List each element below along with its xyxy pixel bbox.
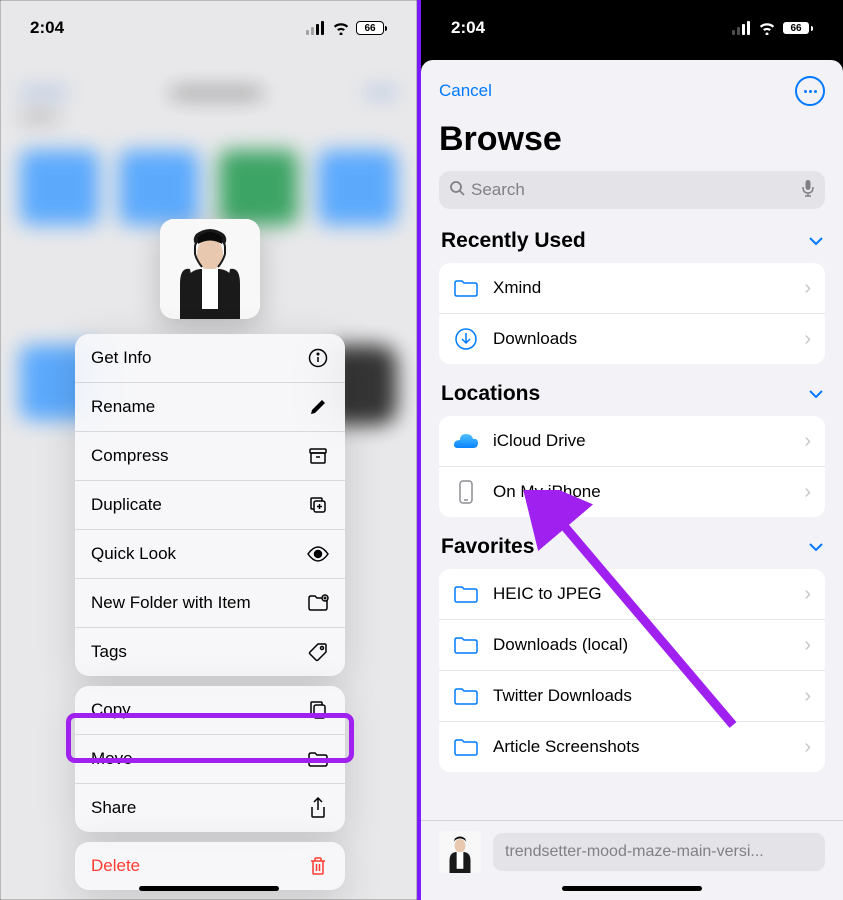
context-menu-group-2: Copy Move Share [75,686,345,832]
list-item-twitter-downloads[interactable]: Twitter Downloads› [439,671,825,722]
list-item-downloads-local[interactable]: Downloads (local)› [439,620,825,671]
clock: 2:04 [30,18,64,38]
signal-icon [306,21,326,35]
new-folder-icon [307,592,329,614]
share-icon [307,797,329,819]
info-icon [307,347,329,369]
favorites-list: HEIC to JPEG› Downloads (local)› Twitter… [439,569,825,772]
clock: 2:04 [451,18,485,38]
folder-icon [453,683,479,709]
cancel-button[interactable]: Cancel [439,81,492,101]
section-header-locations[interactable]: Locations [439,382,825,416]
section-recently-used: Recently Used Xmind› Downloads› [439,229,825,364]
menu-item-rename[interactable]: Rename [75,383,345,432]
home-indicator [139,886,279,891]
section-favorites: Favorites HEIC to JPEG› Downloads (local… [439,535,825,772]
chevron-right-icon: › [804,481,811,504]
trash-icon [307,855,329,877]
menu-item-delete[interactable]: Delete [75,842,345,890]
chevron-right-icon: › [804,634,811,657]
list-item-heic-jpeg[interactable]: HEIC to JPEG› [439,569,825,620]
menu-item-move[interactable]: Move [75,735,345,784]
wifi-icon [332,21,350,35]
context-menu-group-3: Delete [75,842,345,890]
chevron-right-icon: › [804,736,811,759]
pencil-icon [307,396,329,418]
left-phone: 2:04 66 ▬▬▬▬▬▬▬▬▬▬ ▬▬▬ Get Info Rename C… [0,0,421,900]
folder-icon [453,275,479,301]
chevron-right-icon: › [804,328,811,351]
menu-item-duplicate[interactable]: Duplicate [75,481,345,530]
chevron-right-icon: › [804,430,811,453]
list-item-on-my-iphone[interactable]: On My iPhone› [439,467,825,517]
status-icons: 66 [306,21,387,35]
menu-item-get-info[interactable]: Get Info [75,334,345,383]
folder-icon [453,734,479,760]
list-item-article-screenshots[interactable]: Article Screenshots› [439,722,825,772]
list-item-downloads[interactable]: Downloads› [439,314,825,364]
list-item-icloud[interactable]: iCloud Drive› [439,416,825,467]
menu-item-tags[interactable]: Tags [75,628,345,676]
mic-icon[interactable] [801,179,815,202]
status-icons: 66 [732,21,813,35]
menu-item-copy[interactable]: Copy [75,686,345,735]
chevron-right-icon: › [804,277,811,300]
sheet-header: Cancel [421,60,843,116]
menu-item-new-folder[interactable]: New Folder with Item [75,579,345,628]
list-item-xmind[interactable]: Xmind› [439,263,825,314]
eye-icon [307,543,329,565]
more-button[interactable] [795,76,825,106]
chevron-down-icon [809,384,823,404]
folder-icon [453,632,479,658]
archive-icon [307,445,329,467]
section-header-recent[interactable]: Recently Used [439,229,825,263]
page-title: Browse [421,116,843,171]
search-placeholder: Search [471,180,795,200]
cloud-icon [453,428,479,454]
chevron-down-icon [809,231,823,251]
browse-sheet: Cancel Browse Search Recently Used Xmind… [421,60,843,900]
status-bar-right: 2:04 66 [421,0,843,56]
search-input[interactable]: Search [439,171,825,209]
chevron-right-icon: › [804,685,811,708]
home-indicator [562,886,702,891]
right-phone: 2:04 66 Cancel Browse Search Recently Us… [421,0,843,900]
menu-item-share[interactable]: Share [75,784,345,832]
folder-icon [453,581,479,607]
section-locations: Locations iCloud Drive› On My iPhone› [439,382,825,517]
context-menu-group-1: Get Info Rename Compress Duplicate Quick… [75,334,345,676]
chevron-right-icon: › [804,583,811,606]
search-icon [449,180,465,201]
copy-icon [307,699,329,721]
duplicate-icon [307,494,329,516]
wifi-icon [758,21,776,35]
iphone-icon [453,479,479,505]
battery-icon: 66 [782,21,813,35]
tag-icon [307,641,329,663]
context-menu: Get Info Rename Compress Duplicate Quick… [75,334,345,900]
recently-used-list: Xmind› Downloads› [439,263,825,364]
menu-item-compress[interactable]: Compress [75,432,345,481]
signal-icon [732,21,752,35]
chevron-down-icon [809,537,823,557]
folder-icon [307,748,329,770]
download-icon [453,326,479,352]
section-header-favorites[interactable]: Favorites [439,535,825,569]
menu-item-quick-look[interactable]: Quick Look [75,530,345,579]
selected-file-name[interactable]: trendsetter-mood-maze-main-versi... [493,833,825,871]
battery-icon: 66 [356,21,387,35]
status-bar-left: 2:04 66 [0,0,417,56]
locations-list: iCloud Drive› On My iPhone› [439,416,825,517]
file-preview-thumbnail [160,219,260,319]
selected-file-thumbnail [439,831,481,873]
